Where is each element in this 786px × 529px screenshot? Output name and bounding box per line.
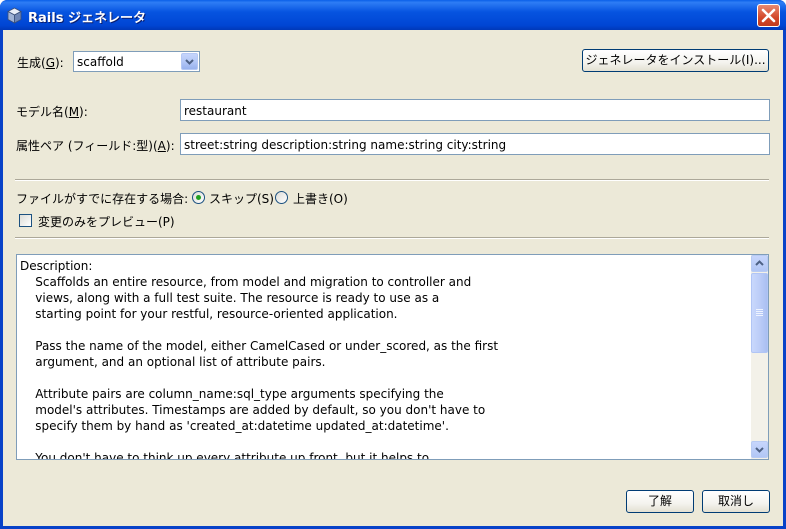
close-icon [761,8,776,23]
install-generator-button[interactable]: ジェネレータをインストール(I)... [582,49,769,72]
radio-selected-dot [196,195,201,200]
generator-select-value: scaffold [77,55,124,69]
file-exists-label: ファイルがすでに存在する場合: [16,192,189,206]
skip-label[interactable]: スキップ(S) [209,190,274,207]
overwrite-radio[interactable] [275,191,288,204]
preview-only-checkbox[interactable] [19,214,32,227]
model-name-value: restaurant [184,104,247,118]
scroll-up-button[interactable] [751,255,768,272]
thumb-grip [756,311,763,312]
chevron-down-icon [755,447,764,453]
scroll-thumb[interactable] [751,273,768,353]
separator [15,179,769,181]
title-bar[interactable]: Rails ジェネレータ [0,0,786,30]
thumb-grip [756,309,763,310]
cancel-button[interactable]: 取消し [702,490,770,513]
attribute-pairs-value: street:string description:string name:st… [184,138,507,152]
separator [15,237,769,239]
dialog-body: 生成(G): scaffold ジェネレータをインストール(I)... モデル名… [3,30,783,526]
vertical-scrollbar[interactable] [751,255,768,459]
description-text: Description: Scaffolds an entire resourc… [20,259,499,460]
generator-dialog: Rails ジェネレータ 生成(G): scaffold ジェネレータをインスト… [0,0,786,529]
dropdown-button[interactable] [181,53,198,70]
preview-only-label[interactable]: 変更のみをプレビュー(P) [38,213,175,230]
skip-radio[interactable] [192,191,205,204]
thumb-grip [756,315,763,316]
model-name-input[interactable]: restaurant [180,99,770,121]
model-name-label: モデル名(M): [16,105,88,119]
attribute-pairs-label: 属性ペア (フィールド:型)(A): [16,139,175,153]
generate-label: 生成(G): [17,56,64,70]
close-button[interactable] [757,4,780,27]
chevron-down-icon [185,59,194,65]
cube-icon [7,7,22,24]
generator-select[interactable]: scaffold [73,51,200,72]
window-title: Rails ジェネレータ [28,11,146,26]
ok-button[interactable]: 了解 [626,490,694,513]
chevron-up-icon [755,260,764,266]
thumb-grip [756,313,763,314]
overwrite-label[interactable]: 上書き(O) [293,190,348,207]
description-textarea[interactable]: Description: Scaffolds an entire resourc… [16,254,769,460]
scroll-down-button[interactable] [751,441,768,458]
attribute-pairs-input[interactable]: street:string description:string name:st… [180,133,770,155]
